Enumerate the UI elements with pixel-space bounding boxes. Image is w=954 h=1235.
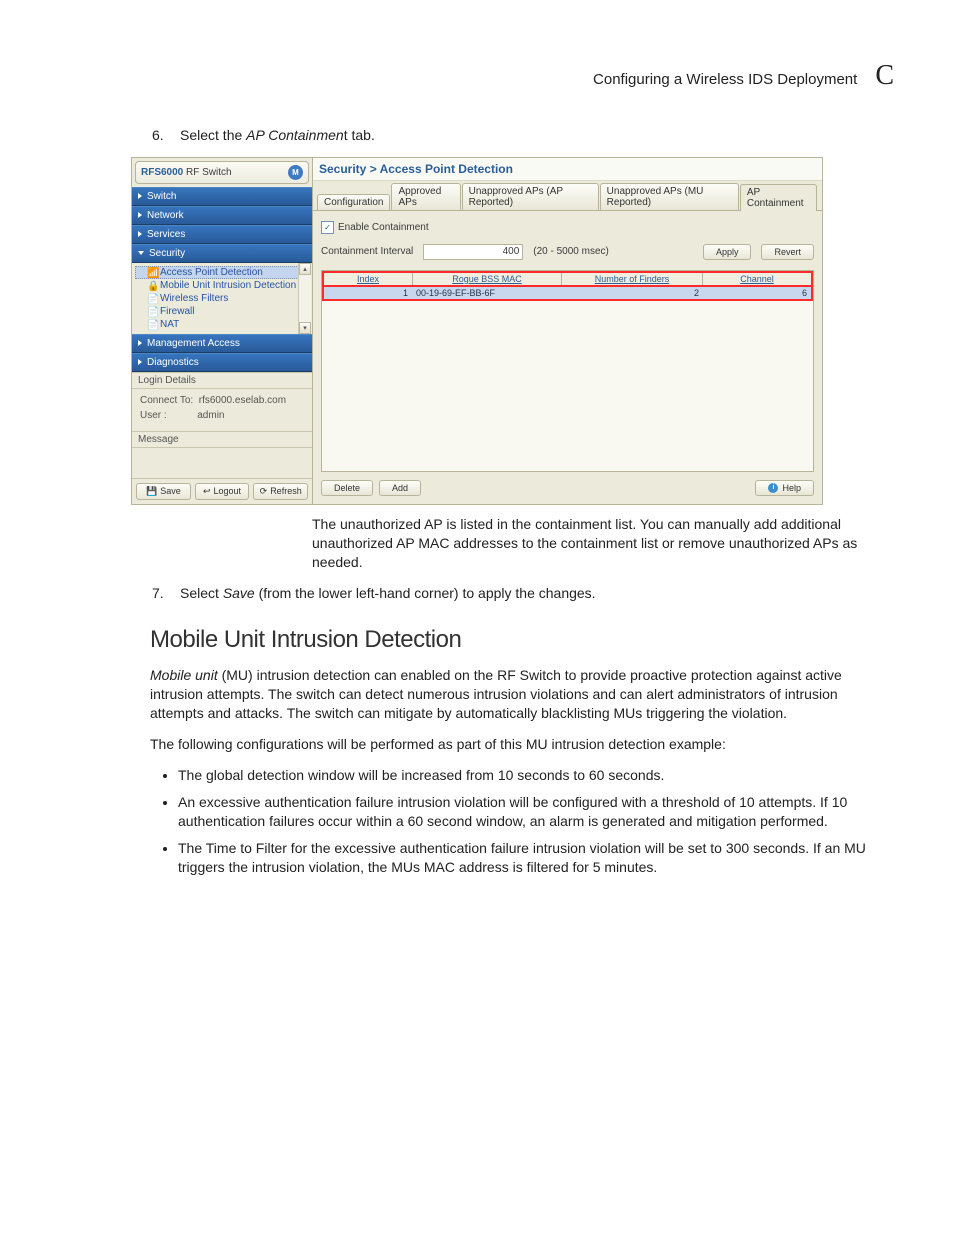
- step-6: 6. Select the AP Containment tab.: [152, 126, 894, 145]
- page-header: Configuring a Wireless IDS Deployment C: [60, 60, 894, 92]
- appendix-letter: C: [875, 60, 894, 92]
- step-7: 7. Select Save (from the lower left-hand…: [152, 584, 894, 603]
- cell-finders: 2: [560, 287, 703, 299]
- containment-table: Index Rogue BSS MAC Number of Finders Ch…: [321, 270, 814, 472]
- interval-input[interactable]: 400: [423, 244, 523, 260]
- interval-hint: (20 - 5000 msec): [533, 246, 609, 257]
- interval-label: Containment Interval: [321, 246, 413, 257]
- caption-text: The unauthorized AP is listed in the con…: [312, 515, 894, 572]
- node-icon: 📄: [147, 307, 156, 316]
- apply-button[interactable]: Apply: [703, 244, 752, 260]
- nav-network[interactable]: Network: [132, 206, 312, 225]
- device-bar: RFS6000 RF Switch M: [135, 161, 309, 184]
- app-screenshot: RFS6000 RF Switch M Switch Network Servi…: [131, 157, 823, 505]
- save-icon: 💾: [146, 486, 157, 497]
- nav-diag[interactable]: Diagnostics: [132, 353, 312, 372]
- save-button[interactable]: 💾Save: [136, 483, 191, 500]
- cell-index: 1: [324, 287, 412, 299]
- tab-unapproved-ap-reported[interactable]: Unapproved APs (AP Reported): [462, 183, 599, 210]
- list-item: The global detection window will be incr…: [178, 766, 894, 785]
- refresh-button[interactable]: ⟳Refresh: [253, 483, 308, 500]
- tab-ap-containment[interactable]: AP Containment: [740, 184, 817, 211]
- breadcrumb: Security > Access Point Detection: [313, 158, 822, 181]
- refresh-icon: ⟳: [260, 486, 268, 497]
- tree-wireless-filters[interactable]: 📄Wireless Filters: [135, 292, 311, 305]
- tab-bar: Configuration Approved APs Unapproved AP…: [313, 181, 822, 211]
- help-icon: i: [768, 483, 778, 493]
- step-text: Select the: [180, 127, 246, 143]
- nav-switch[interactable]: Switch: [132, 187, 312, 206]
- device-type: RF Switch: [186, 167, 232, 178]
- add-button[interactable]: Add: [379, 480, 421, 496]
- list-item: An excessive authentication failure intr…: [178, 793, 894, 831]
- help-button[interactable]: iHelp: [755, 480, 814, 496]
- scrollbar[interactable]: ▴▾: [298, 263, 311, 334]
- nav-security[interactable]: Security: [132, 244, 312, 263]
- scroll-down-icon[interactable]: ▾: [299, 322, 311, 334]
- message-head: Message: [132, 431, 312, 448]
- enable-containment-label: Enable Containment: [338, 222, 429, 233]
- cell-channel: 6: [703, 287, 811, 299]
- body-paragraph: Mobile unit (MU) intrusion detection can…: [150, 666, 894, 723]
- motorola-logo-icon: M: [288, 165, 303, 180]
- step-text: (from the lower left-hand corner) to app…: [255, 585, 596, 601]
- node-icon: 📄: [147, 294, 156, 303]
- tree-nat[interactable]: 📄NAT: [135, 318, 311, 331]
- node-icon: 📶: [147, 268, 156, 277]
- list-item: The Time to Filter for the excessive aut…: [178, 839, 894, 877]
- tab-approved-aps[interactable]: Approved APs: [391, 183, 460, 210]
- header-title: Configuring a Wireless IDS Deployment: [593, 71, 857, 88]
- delete-button[interactable]: Delete: [321, 480, 373, 496]
- tree-access-point-detection[interactable]: 📶Access Point Detection: [135, 266, 311, 279]
- nav-services[interactable]: Services: [132, 225, 312, 244]
- sidebar: RFS6000 RF Switch M Switch Network Servi…: [132, 158, 313, 504]
- login-details-head: Login Details: [132, 372, 312, 389]
- enable-containment-checkbox[interactable]: ✓: [321, 221, 334, 234]
- step-number: 6.: [152, 126, 180, 145]
- tree-mu-intrusion[interactable]: 🔒Mobile Unit Intrusion Detection: [135, 279, 311, 292]
- revert-button[interactable]: Revert: [761, 244, 814, 260]
- table-row[interactable]: 1 00-19-69-EF-BB-6F 2 6: [322, 285, 813, 301]
- step-text: t tab.: [344, 127, 375, 143]
- step-text: Select: [180, 585, 223, 601]
- logout-button[interactable]: ↩Logout: [195, 483, 250, 500]
- col-index[interactable]: Index: [324, 273, 413, 285]
- col-mac[interactable]: Rogue BSS MAC: [413, 273, 562, 285]
- col-channel[interactable]: Channel: [703, 273, 811, 285]
- security-tree: ▴▾ 📶Access Point Detection 🔒Mobile Unit …: [132, 263, 312, 334]
- tab-unapproved-mu-reported[interactable]: Unapproved APs (MU Reported): [600, 183, 739, 210]
- tree-firewall[interactable]: 📄Firewall: [135, 305, 311, 318]
- device-model: RFS6000: [141, 167, 183, 178]
- step-em: Save: [223, 585, 255, 601]
- section-heading: Mobile Unit Intrusion Detection: [150, 626, 894, 654]
- col-finders[interactable]: Number of Finders: [562, 273, 703, 285]
- cell-mac: 00-19-69-EF-BB-6F: [412, 287, 560, 299]
- node-icon: 🔒: [147, 281, 156, 290]
- login-details: Connect To: rfs6000.eselab.com User : ad…: [132, 389, 312, 431]
- scroll-up-icon[interactable]: ▴: [299, 263, 311, 275]
- step-number: 7.: [152, 584, 180, 603]
- step-em: AP Containmen: [246, 127, 344, 143]
- node-icon: 📄: [147, 320, 156, 329]
- logout-icon: ↩: [203, 486, 211, 497]
- tab-configuration[interactable]: Configuration: [317, 194, 390, 210]
- bullet-list: The global detection window will be incr…: [150, 766, 894, 876]
- nav-mgmt[interactable]: Management Access: [132, 334, 312, 353]
- body-paragraph: The following configurations will be per…: [150, 735, 894, 754]
